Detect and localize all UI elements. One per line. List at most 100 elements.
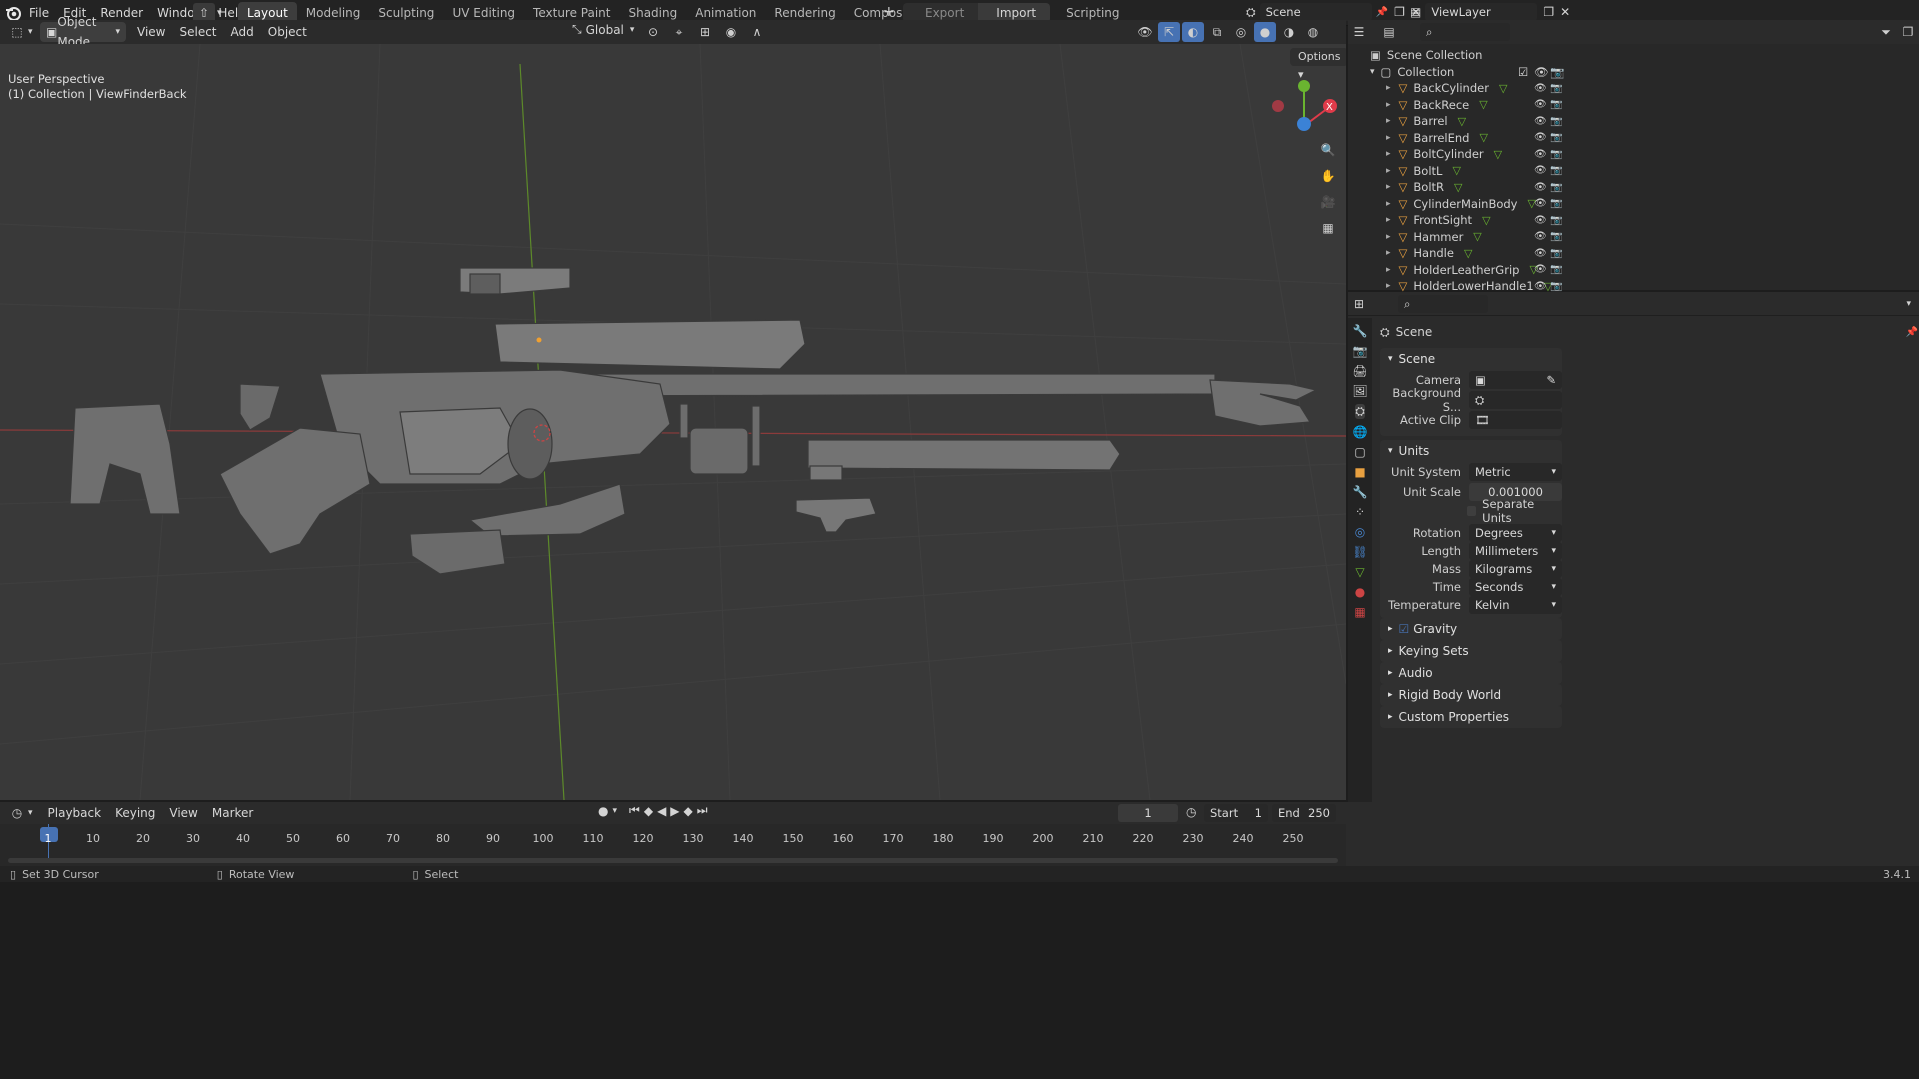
- expand-chevron-icon[interactable]: ▸: [1386, 100, 1391, 110]
- camera-field[interactable]: ▣ ✎: [1469, 371, 1562, 389]
- time-dropdown[interactable]: Seconds ▾: [1469, 578, 1562, 596]
- visibility-icon[interactable]: 👁: [1134, 22, 1156, 42]
- outliner-item[interactable]: ▸ ▽ Hammer ▽ 👁 📷: [1348, 229, 1919, 246]
- physics-tab-icon[interactable]: ◎: [1355, 525, 1365, 539]
- new-collection-icon[interactable]: ❐: [1897, 22, 1919, 42]
- editor-type-selector[interactable]: ⬚ ▾: [6, 22, 32, 42]
- view-layer-selector[interactable]: ▤ ViewLayer ❐ ✕: [1410, 3, 1570, 21]
- next-keyframe-icon[interactable]: ◆: [684, 804, 693, 818]
- grid-view-icon[interactable]: ▦: [1318, 218, 1338, 238]
- render-tab-icon[interactable]: 📷: [1353, 344, 1368, 358]
- panel-gravity[interactable]: ▸ ☑ Gravity: [1380, 618, 1562, 640]
- xray-icon[interactable]: ⧉: [1206, 22, 1228, 42]
- scene-tab-icon[interactable]: ⛭: [1355, 404, 1365, 419]
- camera-icon[interactable]: 📷: [1550, 132, 1562, 143]
- scene-selector[interactable]: ⛭ Scene 📌 ❐ ✕: [1246, 3, 1421, 21]
- pin-icon[interactable]: 📌: [1376, 7, 1388, 18]
- rotation-dropdown[interactable]: Degrees ▾: [1469, 524, 1562, 542]
- eye-icon[interactable]: 👁: [1534, 248, 1547, 259]
- timeline-ruler[interactable]: 1 10 20 30 40 50 60 70 80 90 100 110 120 130 140 150 160…: [0, 824, 1346, 866]
- clock-icon[interactable]: ◷: [1186, 805, 1196, 819]
- timeline-editor-icon[interactable]: ◷: [6, 803, 28, 823]
- expand-chevron-icon[interactable]: ▸: [1386, 133, 1391, 143]
- background-field[interactable]: ⛭: [1469, 391, 1562, 409]
- timeline-menu-playback[interactable]: Playback: [41, 800, 109, 826]
- expand-chevron-icon[interactable]: ▸: [1386, 265, 1391, 275]
- pin-icon[interactable]: 📌: [1906, 327, 1918, 338]
- collection-tab-icon[interactable]: ▢: [1354, 445, 1365, 459]
- expand-chevron-icon[interactable]: ▸: [1386, 248, 1391, 258]
- camera-icon[interactable]: 📷: [1550, 99, 1562, 110]
- collection-row[interactable]: ▾ ▢ Collection ☑ 👁 📷: [1348, 64, 1919, 81]
- camera-icon[interactable]: 📷: [1550, 198, 1562, 209]
- camera-icon[interactable]: 📷: [1550, 116, 1562, 127]
- pivot-icon[interactable]: ⊙: [642, 22, 664, 42]
- eye-icon[interactable]: 👁: [1534, 65, 1549, 79]
- gravity-checkbox[interactable]: ☑: [1399, 622, 1410, 636]
- panel-rigid-body-world[interactable]: ▸ Rigid Body World: [1380, 684, 1562, 706]
- add-workspace-icon[interactable]: +: [883, 4, 895, 20]
- expand-chevron-icon[interactable]: ▸: [1386, 232, 1391, 242]
- material-shading-icon[interactable]: ◑: [1278, 22, 1300, 42]
- checkbox-icon[interactable]: ☑: [1518, 65, 1528, 79]
- outliner-item[interactable]: ▸ ▽ Handle ▽ 👁 📷: [1348, 245, 1919, 262]
- view-layer-tab-icon[interactable]: 🖼: [1352, 384, 1367, 398]
- camera-icon[interactable]: 📷: [1550, 264, 1562, 275]
- expand-chevron-icon[interactable]: ▸: [1386, 116, 1391, 126]
- mode-selector[interactable]: ▣ Object Mode ▾: [40, 15, 126, 49]
- expand-chevron-icon[interactable]: ▸: [1386, 83, 1391, 93]
- expand-chevron-icon[interactable]: ▸: [1386, 182, 1391, 192]
- camera-icon[interactable]: 📷: [1550, 248, 1562, 259]
- proportional-edit-icon[interactable]: ◉: [720, 22, 742, 42]
- camera-icon[interactable]: 📷: [1550, 182, 1562, 193]
- 3d-viewport-icon[interactable]: ⬚: [6, 22, 28, 42]
- start-frame-field[interactable]: Start 1: [1204, 804, 1268, 822]
- scene-name-field[interactable]: Scene: [1259, 3, 1372, 21]
- expand-chevron-icon[interactable]: ▸: [1386, 215, 1391, 225]
- texture-tab-icon[interactable]: ▦: [1354, 605, 1365, 619]
- eye-icon[interactable]: 👁: [1534, 198, 1547, 209]
- camera-icon[interactable]: 📷: [1550, 165, 1562, 176]
- expand-chevron-icon[interactable]: ▸: [1386, 281, 1391, 291]
- snap-icon[interactable]: ⌖: [668, 22, 690, 42]
- eye-icon[interactable]: 👁: [1534, 165, 1547, 176]
- delete-view-layer-icon[interactable]: ✕: [1560, 5, 1570, 19]
- rendered-shading-icon[interactable]: ◍: [1302, 22, 1324, 42]
- material-tab-icon[interactable]: ●: [1355, 585, 1365, 599]
- outliner-item[interactable]: ▸ ▽ BackCylinder ▽ 👁 📷: [1348, 80, 1919, 97]
- camera-icon[interactable]: 📷: [1550, 281, 1562, 292]
- jump-start-icon[interactable]: ⏮: [629, 803, 640, 818]
- camera-view-icon[interactable]: 🎥: [1318, 192, 1338, 212]
- object-tab-icon[interactable]: ■: [1354, 465, 1365, 479]
- mass-dropdown[interactable]: Kilograms ▾: [1469, 560, 1562, 578]
- timeline-scrollbar[interactable]: [8, 858, 1338, 863]
- length-dropdown[interactable]: Millimeters ▾: [1469, 542, 1562, 560]
- constraints-tab-icon[interactable]: ⛓: [1352, 545, 1367, 559]
- panel-audio[interactable]: ▸ Audio: [1380, 662, 1562, 684]
- world-tab-icon[interactable]: 🌐: [1353, 425, 1368, 439]
- tool-tab-icon[interactable]: 🔧: [1353, 324, 1368, 338]
- camera-icon[interactable]: 📷: [1550, 215, 1562, 226]
- play-reverse-icon[interactable]: ◀: [657, 804, 666, 818]
- panel-keying-sets[interactable]: ▸ Keying Sets: [1380, 640, 1562, 662]
- camera-icon[interactable]: 📷: [1550, 149, 1562, 160]
- outliner-item[interactable]: ▸ ▽ BoltL ▽ 👁 📷: [1348, 163, 1919, 180]
- eye-icon[interactable]: 👁: [1534, 83, 1547, 94]
- eyedropper-icon[interactable]: ✎: [1546, 371, 1556, 389]
- eye-icon[interactable]: 👁: [1534, 215, 1547, 226]
- camera-icon[interactable]: 📷: [1550, 231, 1562, 242]
- outliner-editor-icon[interactable]: ☰: [1348, 22, 1370, 42]
- 3d-viewport[interactable]: X User Perspective (1) Collection | View…: [0, 44, 1346, 800]
- expand-chevron-icon[interactable]: ▸: [1386, 149, 1391, 159]
- eye-icon[interactable]: 👁: [1534, 149, 1547, 160]
- particles-tab-icon[interactable]: ⁘: [1355, 505, 1365, 519]
- current-frame-field[interactable]: 1: [1118, 804, 1178, 822]
- filter-icon[interactable]: ⏷: [1875, 22, 1897, 42]
- pan-hand-icon[interactable]: ✋: [1318, 166, 1338, 186]
- timeline-menu-keying[interactable]: Keying: [108, 800, 162, 826]
- overlay-toggle-icon[interactable]: ◐: [1182, 22, 1204, 42]
- outliner-search-input[interactable]: ⌕: [1420, 23, 1510, 41]
- outliner-item[interactable]: ▸ ▽ BarrelEnd ▽ 👁 📷: [1348, 130, 1919, 147]
- properties-search-input[interactable]: ⌕: [1398, 294, 1488, 313]
- scene-panel-header[interactable]: ▾ Scene: [1380, 348, 1562, 370]
